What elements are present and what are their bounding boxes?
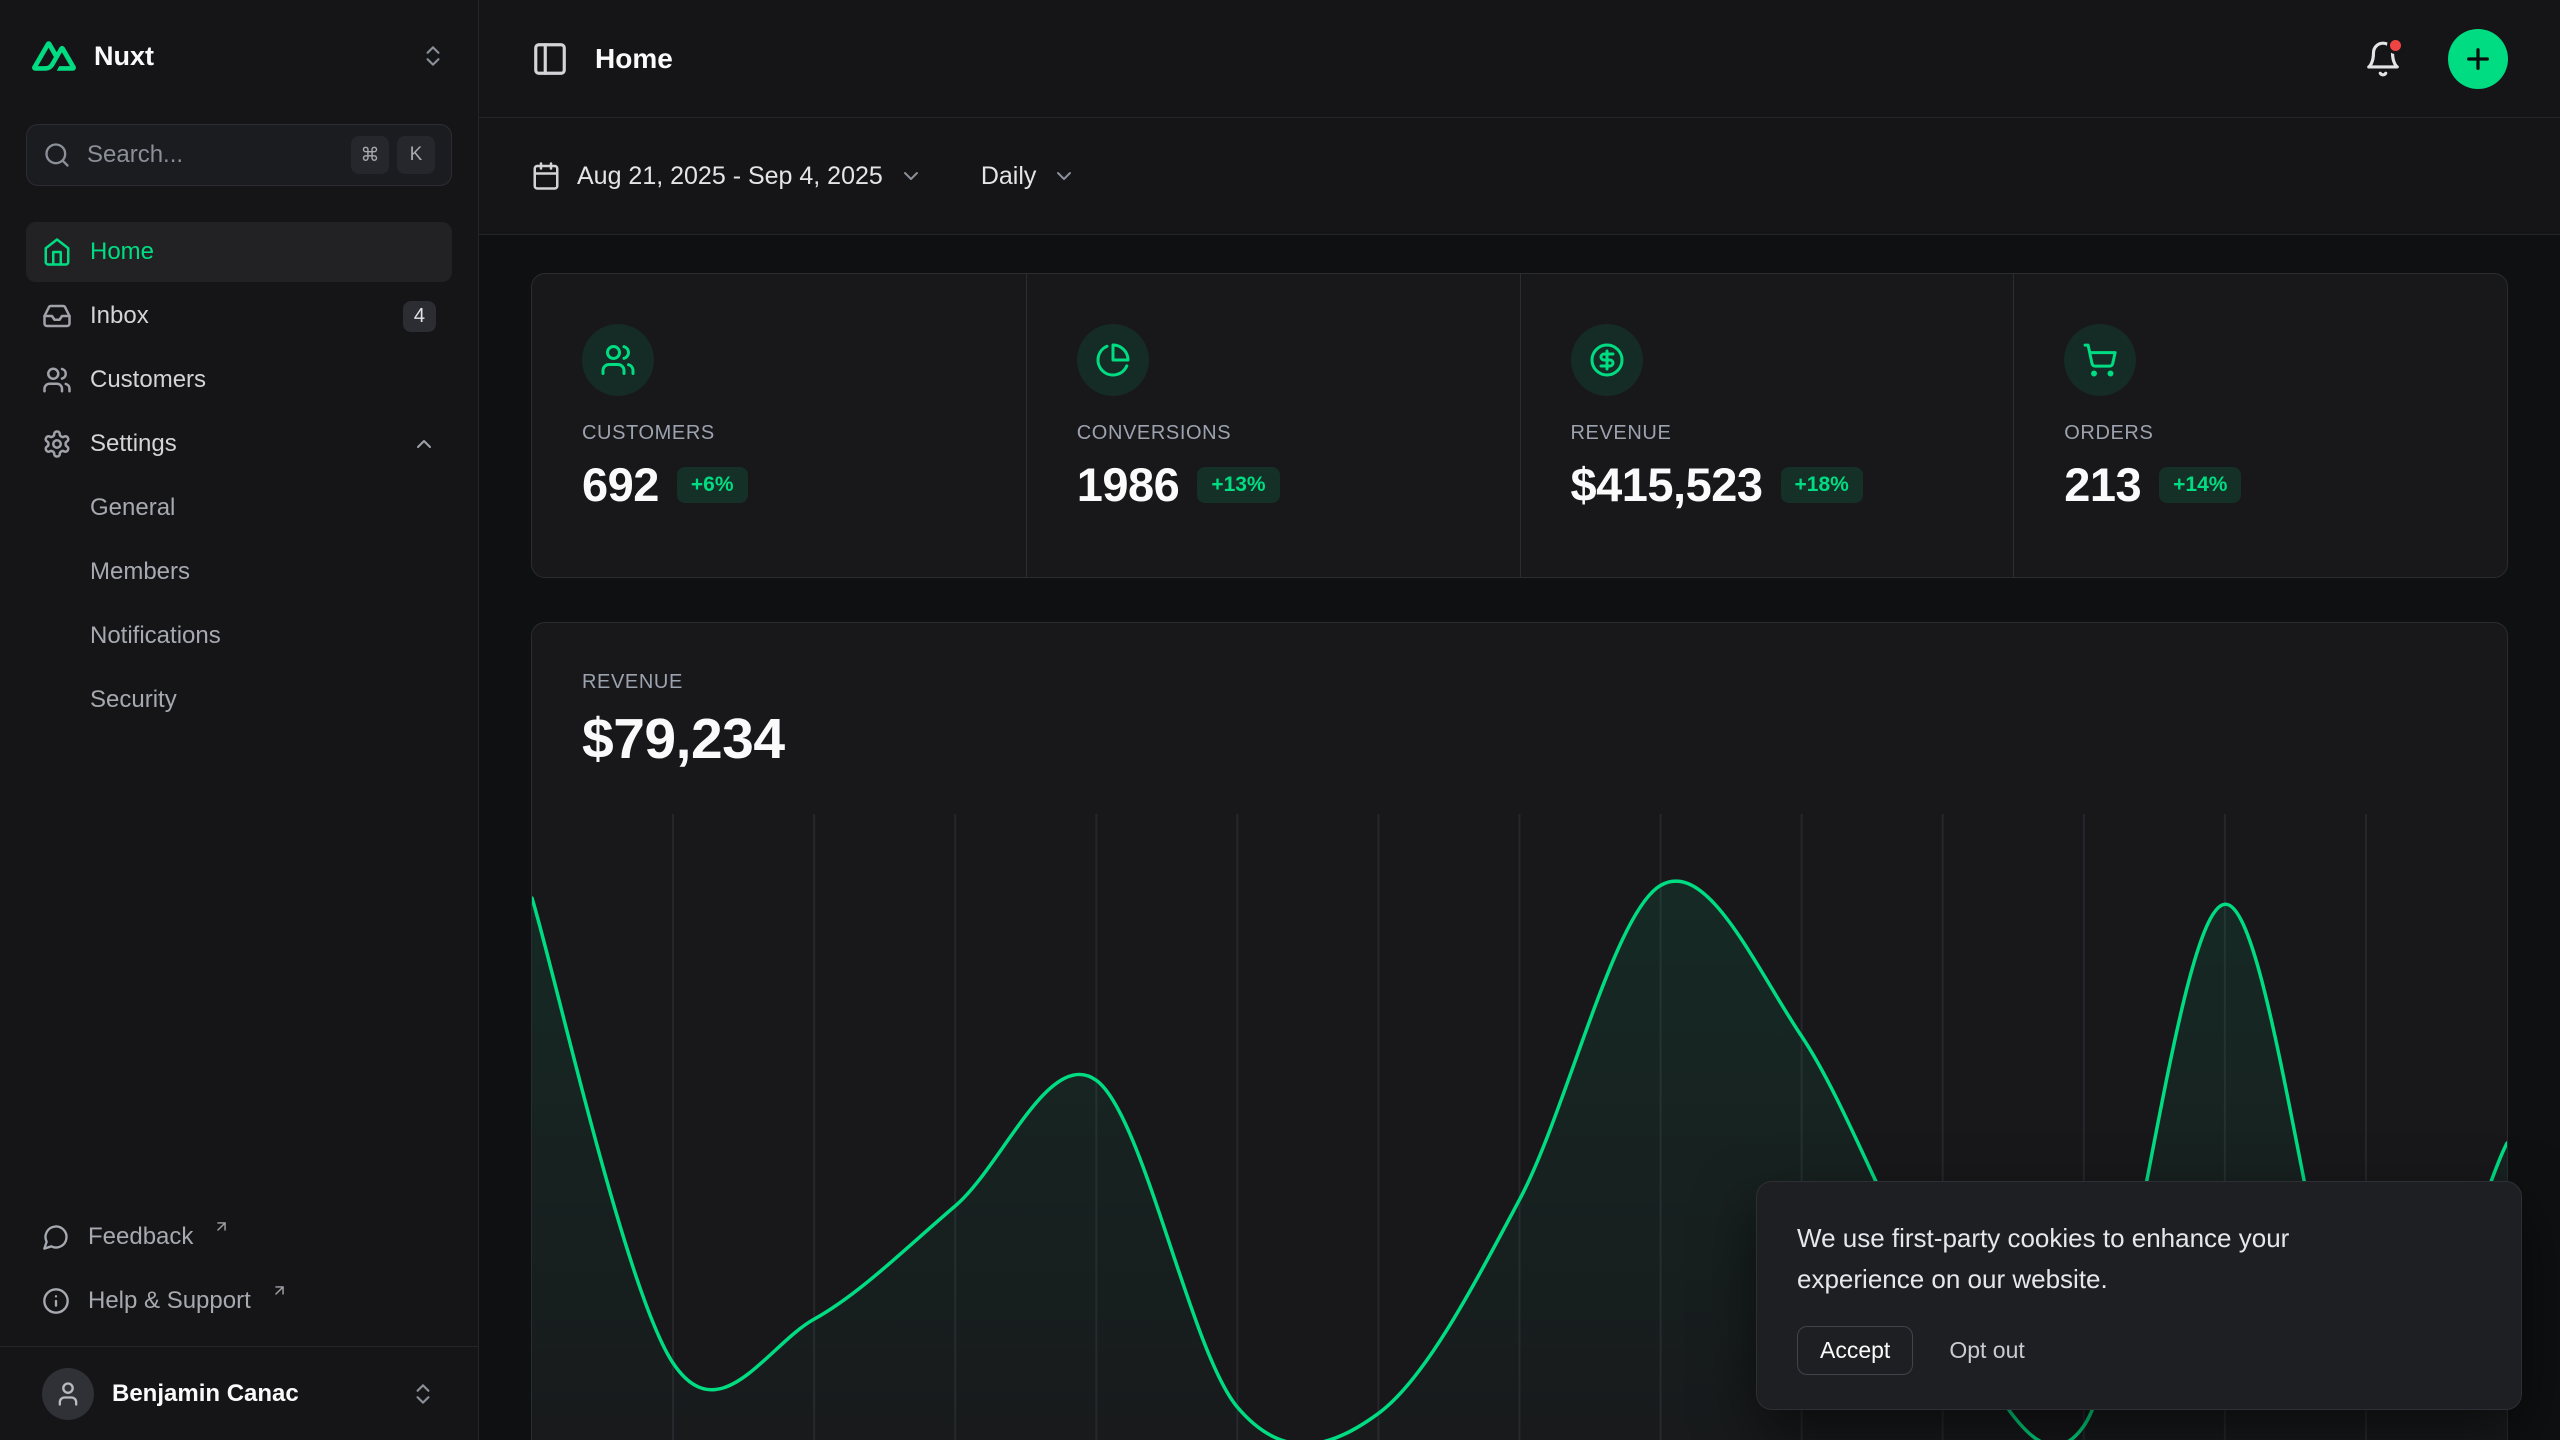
add-button[interactable] [2448, 29, 2508, 89]
home-icon [42, 237, 72, 267]
chevron-down-icon [1052, 164, 1076, 188]
footer-link-label: Help & Support [88, 1287, 251, 1315]
opt-out-button[interactable]: Opt out [1949, 1337, 2024, 1364]
revenue-label: REVENUE [582, 671, 2457, 694]
sidebar-item-label: General [90, 494, 175, 522]
search-input[interactable]: Search... ⌘ K [26, 124, 452, 186]
stat-label: CUSTOMERS [582, 422, 976, 445]
search-icon [43, 141, 71, 169]
stat-customers: CUSTOMERS 692 +6% [532, 274, 1026, 577]
stat-conversions: CONVERSIONS 1986 +13% [1026, 274, 1520, 577]
cookie-message: We use first-party cookies to enhance yo… [1797, 1218, 2397, 1300]
sidebar-item-label: Customers [90, 366, 206, 394]
sidebar-toggle-button[interactable] [531, 40, 569, 78]
nuxt-logo-icon [32, 41, 76, 71]
top-header: Home [479, 0, 2560, 118]
help-support-link[interactable]: Help & Support [26, 1270, 452, 1332]
cookie-banner: We use first-party cookies to enhance yo… [1756, 1181, 2522, 1410]
footer-link-label: Feedback [88, 1223, 193, 1251]
revenue-value: $79,234 [582, 706, 2457, 772]
chevrons-up-down-icon [420, 43, 446, 69]
inbox-count-badge: 4 [403, 301, 436, 332]
stat-value: 213 [2064, 457, 2141, 512]
sidebar-footer: Feedback Help & Support [26, 1206, 452, 1346]
sidebar-item-general[interactable]: General [26, 478, 452, 538]
revenue-card-header: REVENUE $79,234 [532, 623, 2507, 772]
sidebar-item-label: Security [90, 686, 177, 714]
kbd-command: ⌘ [351, 136, 389, 174]
workspace-selector[interactable]: Nuxt [32, 32, 446, 80]
plus-icon [2462, 43, 2494, 75]
stat-delta-badge: +18% [1781, 467, 1863, 503]
sidebar-item-label: Inbox [90, 302, 149, 330]
granularity-value: Daily [981, 162, 1037, 191]
topbar-actions [2364, 29, 2508, 89]
gear-icon [42, 429, 72, 459]
stat-revenue: REVENUE $415,523 +18% [1520, 274, 2014, 577]
sidebar-item-label: Members [90, 558, 190, 586]
granularity-select[interactable]: Daily [981, 162, 1077, 191]
external-link-icon [271, 1282, 288, 1299]
kbd-k: K [397, 136, 435, 174]
external-link-icon [213, 1218, 230, 1235]
page-title: Home [595, 43, 673, 75]
help-icon [42, 1287, 70, 1315]
cart-icon [2064, 324, 2136, 396]
accept-button[interactable]: Accept [1797, 1326, 1913, 1375]
chevrons-up-down-icon [410, 1381, 436, 1407]
filters-toolbar: Aug 21, 2025 - Sep 4, 2025 Daily [479, 118, 2560, 235]
calendar-icon [531, 161, 561, 191]
stat-label: ORDERS [2064, 422, 2457, 445]
user-name: Benjamin Canac [112, 1380, 392, 1408]
sidebar-item-notifications[interactable]: Notifications [26, 606, 452, 666]
user-menu[interactable]: Benjamin Canac [0, 1346, 478, 1440]
inbox-icon [42, 301, 72, 331]
stat-delta-badge: +6% [677, 467, 748, 503]
sidebar-item-home[interactable]: Home [26, 222, 452, 282]
panel-left-icon [531, 40, 569, 78]
feedback-link[interactable]: Feedback [26, 1206, 452, 1268]
notification-dot [2387, 37, 2404, 54]
stats-summary-card: CUSTOMERS 692 +6% CONVERSIONS 1986 +13% [531, 273, 2508, 578]
stat-label: CONVERSIONS [1077, 422, 1470, 445]
sidebar-item-settings[interactable]: Settings [26, 414, 452, 474]
sidebar-item-label: Settings [90, 430, 177, 458]
date-range-value: Aug 21, 2025 - Sep 4, 2025 [577, 162, 883, 191]
stat-orders: ORDERS 213 +14% [2013, 274, 2507, 577]
avatar [42, 1368, 94, 1420]
users-icon [582, 324, 654, 396]
stat-delta-badge: +13% [1197, 467, 1279, 503]
sidebar-item-label: Home [90, 238, 154, 266]
workspace-name: Nuxt [94, 41, 154, 72]
cookie-actions: Accept Opt out [1797, 1326, 2481, 1375]
notifications-button[interactable] [2364, 40, 2402, 78]
sidebar-nav: Home Inbox 4 Customers Settings General [26, 222, 452, 730]
sidebar-item-members[interactable]: Members [26, 542, 452, 602]
pie-chart-icon [1077, 324, 1149, 396]
sidebar: Nuxt Search... ⌘ K Home Inbox 4 [0, 0, 479, 1440]
date-range-picker[interactable]: Aug 21, 2025 - Sep 4, 2025 [531, 161, 923, 191]
users-icon [42, 365, 72, 395]
stat-label: REVENUE [1571, 422, 1964, 445]
stat-delta-badge: +14% [2159, 467, 2241, 503]
stat-value: 1986 [1077, 457, 1180, 512]
sidebar-item-label: Notifications [90, 622, 221, 650]
sidebar-item-customers[interactable]: Customers [26, 350, 452, 410]
search-shortcut: ⌘ K [351, 136, 435, 174]
sidebar-item-security[interactable]: Security [26, 670, 452, 730]
sidebar-spacer [26, 730, 452, 1206]
chevron-down-icon [899, 164, 923, 188]
sidebar-item-inbox[interactable]: Inbox 4 [26, 286, 452, 346]
stat-value: 692 [582, 457, 659, 512]
search-placeholder: Search... [87, 141, 183, 169]
dollar-circle-icon [1571, 324, 1643, 396]
stat-value: $415,523 [1571, 457, 1763, 512]
chevron-up-icon [412, 432, 436, 456]
feedback-icon [42, 1223, 70, 1251]
